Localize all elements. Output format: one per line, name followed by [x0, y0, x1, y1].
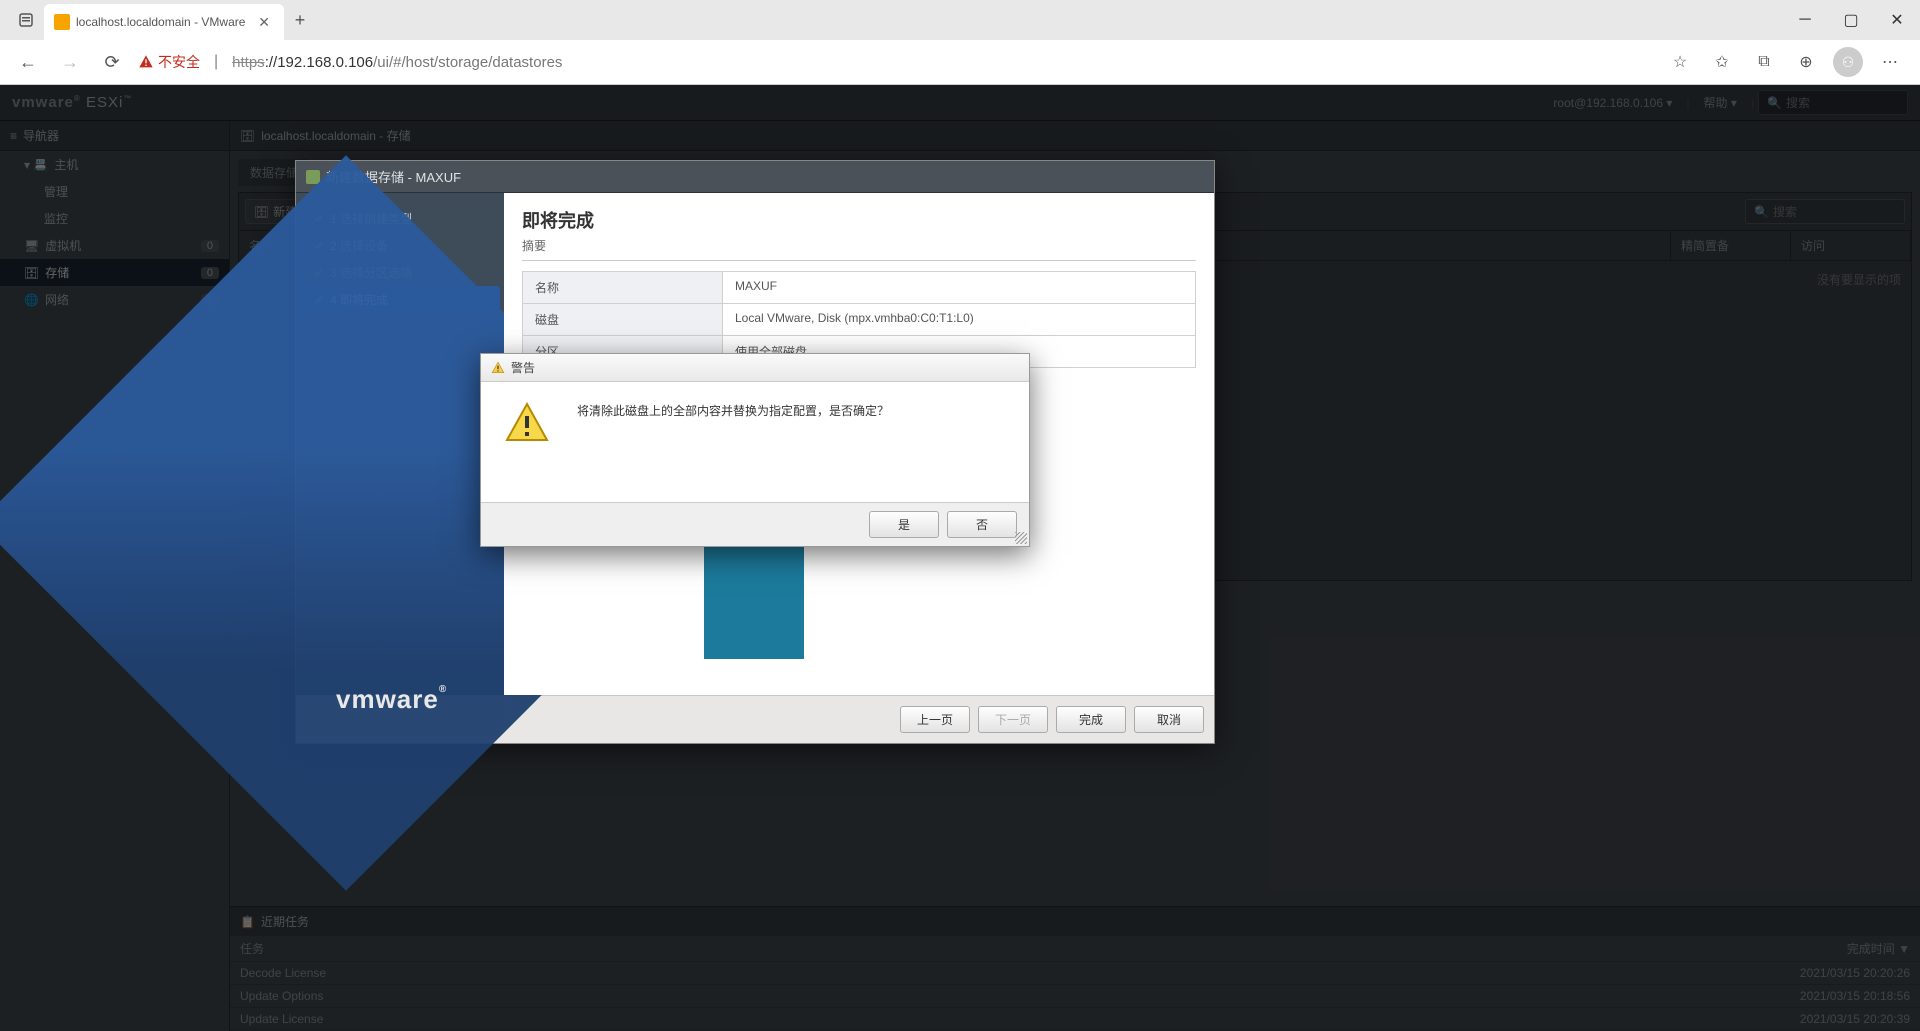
datastore-icon [306, 170, 320, 184]
window-close-button[interactable]: ✕ [1874, 4, 1920, 36]
warning-triangle-icon [138, 54, 154, 70]
resize-grip[interactable] [1015, 532, 1027, 544]
url-path: /ui/#/host/storage/datastores [373, 54, 562, 71]
wizard-next-button: 下一页 [978, 706, 1048, 733]
wizard-heading: 即将完成 [522, 207, 1196, 233]
summary-name-label: 名称 [523, 272, 723, 303]
window-minimize-button[interactable]: ─ [1782, 4, 1828, 36]
wizard-steps: ✔1 选择创建类型 ✔2 选择设备 ✔3 选择分区选项 ✔4 即将完成 vmwa… [296, 193, 504, 695]
warning-footer: 是 否 [481, 502, 1029, 546]
warning-message: 将清除此磁盘上的全部内容并替换为指定配置，是否确定？ [577, 400, 889, 419]
security-indicator[interactable]: 不安全 [138, 52, 200, 72]
url-separator: | [214, 53, 218, 71]
warning-dialog: 警告 将清除此磁盘上的全部内容并替换为指定配置，是否确定？ 是 否 [480, 353, 1030, 547]
nav-reload-button[interactable]: ⟳ [96, 46, 128, 78]
tab-title: localhost.localdomain - VMware [76, 15, 245, 29]
url-host: ://192.168.0.106 [265, 54, 373, 71]
warning-triangle-icon [491, 361, 505, 375]
wizard-title-bar[interactable]: 新建数据存储 - MAXUF [296, 161, 1214, 193]
esxi-app: vmware® ESXi™ root@192.168.0.106 ▾ | 帮助 … [0, 85, 1920, 1031]
tab-actions-icon [18, 12, 34, 28]
url-scheme: https [232, 54, 265, 71]
wizard-subheading: 摘要 [522, 237, 1196, 261]
tab-close-button[interactable]: ✕ [254, 14, 274, 31]
warning-yes-button[interactable]: 是 [869, 511, 939, 538]
warning-triangle-icon [503, 400, 551, 448]
addr-right: ☆ ✩ ⧉ ⊕ ⚇ ⋯ [1662, 44, 1908, 80]
wizard-graphic-accent [704, 539, 804, 659]
wizard-prev-button[interactable]: 上一页 [900, 706, 970, 733]
window-controls: ─ ▢ ✕ [1782, 4, 1920, 36]
favorites-button[interactable]: ☆ [1662, 44, 1698, 80]
warning-title-bar[interactable]: 警告 [481, 354, 1029, 382]
address-bar: ← → ⟳ 不安全 | https://192.168.0.106/ui/#/h… [0, 40, 1920, 84]
security-label: 不安全 [158, 52, 200, 72]
new-tab-button[interactable]: + [284, 10, 316, 31]
wizard-finish-button[interactable]: 完成 [1056, 706, 1126, 733]
tab-actions-button[interactable] [8, 2, 44, 38]
window-maximize-button[interactable]: ▢ [1828, 4, 1874, 36]
summary-name-value: MAXUF [723, 272, 1195, 303]
browser-tab-bar: localhost.localdomain - VMware ✕ + ─ ▢ ✕ [0, 0, 1920, 40]
browser-more-button[interactable]: ⋯ [1872, 44, 1908, 80]
warning-no-button[interactable]: 否 [947, 511, 1017, 538]
extensions-button[interactable]: ⊕ [1788, 44, 1824, 80]
favorites-bar-button[interactable]: ✩ [1704, 44, 1740, 80]
browser-chrome: localhost.localdomain - VMware ✕ + ─ ▢ ✕… [0, 0, 1920, 85]
wizard-cancel-button[interactable]: 取消 [1134, 706, 1204, 733]
collections-button[interactable]: ⧉ [1746, 44, 1782, 80]
summary-disk-value: Local VMware, Disk (mpx.vmhba0:C0:T1:L0) [723, 304, 1195, 335]
avatar-icon: ⚇ [1833, 47, 1863, 77]
favicon-icon [54, 14, 70, 30]
profile-button[interactable]: ⚇ [1830, 44, 1866, 80]
nav-back-button[interactable]: ← [12, 46, 44, 78]
browser-tab[interactable]: localhost.localdomain - VMware ✕ [44, 4, 284, 40]
summary-disk-label: 磁盘 [523, 304, 723, 335]
warning-title-text: 警告 [511, 359, 535, 376]
url-text[interactable]: https://192.168.0.106/ui/#/host/storage/… [232, 54, 562, 71]
nav-forward-button[interactable]: → [54, 46, 86, 78]
